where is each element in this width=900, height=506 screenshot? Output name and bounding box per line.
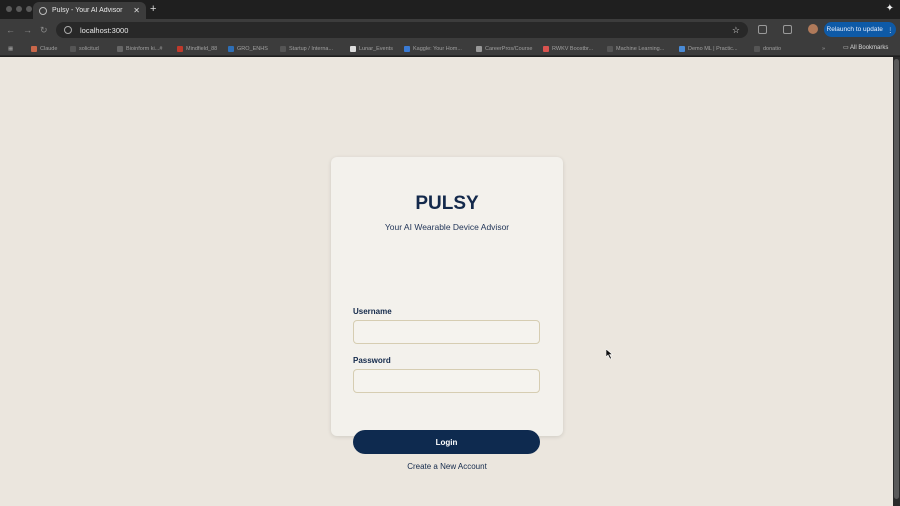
side-panel-icon[interactable] bbox=[783, 25, 792, 34]
bookmark-item[interactable]: Mindfield_88 bbox=[177, 44, 223, 54]
bookmark-item[interactable]: Kaggle: Your Hom... bbox=[404, 44, 470, 54]
username-input[interactable] bbox=[353, 320, 540, 344]
bookmark-star-icon[interactable]: ☆ bbox=[732, 25, 740, 36]
tab-strip: Pulsy - Your AI Advisor ✕ + ✦ bbox=[0, 0, 900, 19]
maximize-window-icon[interactable] bbox=[26, 6, 32, 12]
username-label: Username bbox=[353, 307, 392, 316]
scrollbar-thumb[interactable] bbox=[894, 59, 899, 499]
password-input[interactable] bbox=[353, 369, 540, 393]
avatar[interactable] bbox=[808, 24, 818, 34]
gemini-sparkle-icon[interactable]: ✦ bbox=[886, 3, 894, 14]
address-bar[interactable]: localhost:3000 ☆ bbox=[56, 22, 748, 38]
folder-icon: ▭ bbox=[843, 45, 851, 51]
globe-icon bbox=[39, 6, 47, 15]
create-account-link[interactable]: Create a New Account bbox=[331, 462, 563, 471]
brand-title: PULSY bbox=[415, 193, 479, 214]
password-label: Password bbox=[353, 356, 391, 365]
relaunch-label: Relaunch to update bbox=[826, 26, 883, 33]
bookmark-item[interactable]: Demo ML | Practic... bbox=[679, 44, 749, 54]
apps-grid-icon[interactable]: ▦ bbox=[8, 44, 13, 54]
more-menu-icon[interactable]: ⋮ bbox=[887, 26, 894, 34]
bookmark-item[interactable]: Lunar_Events bbox=[350, 44, 400, 54]
close-window-icon[interactable] bbox=[6, 6, 12, 12]
bookmark-item[interactable]: RWKV Boostbr... bbox=[543, 44, 601, 54]
new-tab-icon[interactable]: + bbox=[150, 3, 156, 15]
bookmark-item[interactable]: Claude bbox=[31, 44, 65, 54]
login-card: PULSY Your AI Wearable Device Advisor Us… bbox=[331, 157, 563, 471]
mouse-cursor-icon bbox=[606, 349, 614, 359]
bookmark-item[interactable]: solicitud bbox=[70, 44, 110, 54]
bookmark-item[interactable]: GRO_ENHS bbox=[228, 44, 274, 54]
tab-title: Pulsy - Your AI Advisor bbox=[52, 7, 123, 14]
all-bookmarks-button[interactable]: ▭ All Bookmarks bbox=[843, 44, 888, 51]
address-url[interactable]: localhost:3000 bbox=[80, 26, 732, 35]
bookmark-item[interactable]: Startup / Interna... bbox=[280, 44, 344, 54]
bookmark-item[interactable]: Machine Learning... bbox=[607, 44, 673, 54]
relaunch-button[interactable]: Relaunch to update ⋮ bbox=[824, 22, 896, 37]
login-button[interactable]: Login bbox=[353, 430, 540, 454]
bookmark-item[interactable]: donatio bbox=[754, 44, 788, 54]
bookmarks-bar: ▦ Claude solicitud Bioinform ki...# Mind… bbox=[0, 41, 900, 56]
tab-active[interactable]: Pulsy - Your AI Advisor ✕ bbox=[33, 2, 146, 19]
scrollbar[interactable] bbox=[893, 57, 900, 506]
browser-toolbar: ← → ↻ localhost:3000 ☆ Relaunch to updat… bbox=[0, 19, 900, 41]
bookmark-item[interactable]: Bioinform ki...# bbox=[117, 44, 172, 54]
minimize-window-icon[interactable] bbox=[16, 6, 22, 12]
back-icon[interactable]: ← bbox=[6, 24, 15, 36]
tagline: Your AI Wearable Device Advisor bbox=[384, 222, 510, 232]
page-background: PULSY Your AI Wearable Device Advisor Us… bbox=[0, 57, 893, 506]
extensions-icon[interactable] bbox=[758, 25, 767, 34]
site-info-icon[interactable] bbox=[64, 26, 72, 34]
forward-icon[interactable]: → bbox=[23, 24, 32, 36]
bookmark-item[interactable]: CareerPros/Course bbox=[476, 44, 538, 54]
bookmarks-overflow-icon[interactable]: » bbox=[822, 44, 825, 54]
reload-icon[interactable]: ↻ bbox=[40, 24, 48, 36]
close-tab-icon[interactable]: ✕ bbox=[133, 6, 140, 15]
